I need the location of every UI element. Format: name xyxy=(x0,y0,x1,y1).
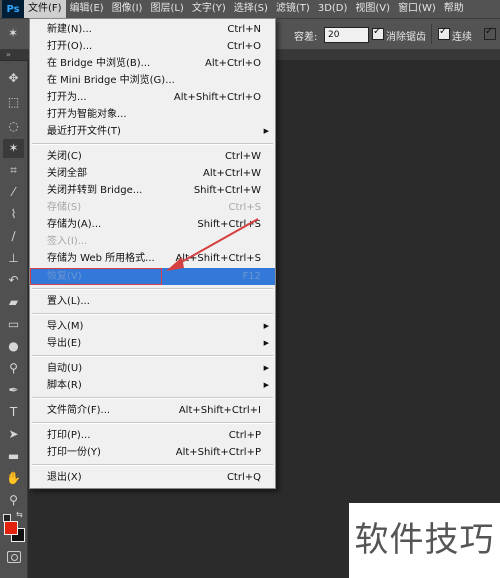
eyedropper-tool-icon[interactable]: ⁄ xyxy=(3,183,24,202)
shape-tool-icon[interactable]: ▬ xyxy=(3,447,24,466)
menu-item-close[interactable]: 关闭(C) Ctrl+W xyxy=(30,148,275,165)
menu-item-save-for-web[interactable]: 存储为 Web 所用格式... Alt+Shift+Ctrl+S xyxy=(30,250,275,267)
collapse-icon[interactable]: » xyxy=(6,50,11,60)
submenu-arrow-icon: ▶ xyxy=(263,364,269,372)
menu-bar: Ps 文件(F) 编辑(E) 图像(I) 图层(L) 文字(Y) 选择(S) 滤… xyxy=(0,0,500,19)
menu-item-open-as-smart-object[interactable]: 打开为智能对象... xyxy=(30,106,275,123)
submenu-arrow-icon: ▶ xyxy=(263,322,269,330)
menu-item-save-as[interactable]: 存储为(A)... Shift+Ctrl+S xyxy=(30,216,275,233)
menu-filter[interactable]: 滤镜(T) xyxy=(272,0,314,18)
menu-view[interactable]: 视图(V) xyxy=(351,0,394,18)
menu-item-browse-mini-bridge[interactable]: 在 Mini Bridge 中浏览(G)... xyxy=(30,72,275,89)
crop-tool-icon[interactable]: ⌗ xyxy=(3,161,24,180)
move-tool-icon[interactable]: ✥ xyxy=(3,69,24,88)
menu-select[interactable]: 选择(S) xyxy=(230,0,272,18)
menu-item-print-one-copy[interactable]: 打印一份(Y) Alt+Shift+Ctrl+P xyxy=(30,444,275,461)
menu-item-close-all[interactable]: 关闭全部 Alt+Ctrl+W xyxy=(30,165,275,182)
menu-item-place[interactable]: 置入(L)... xyxy=(30,293,275,310)
menu-divider xyxy=(32,397,273,399)
watermark: 软件技巧 xyxy=(349,503,500,578)
lasso-tool-icon[interactable]: ◌ xyxy=(3,117,24,136)
clone-stamp-tool-icon[interactable]: ⊥ xyxy=(3,249,24,268)
menu-help[interactable]: 帮助 xyxy=(440,0,468,18)
menu-divider xyxy=(32,313,273,315)
menu-divider xyxy=(32,143,273,145)
magic-wand-icon[interactable]: ✶ xyxy=(8,26,22,40)
photoshop-logo: Ps xyxy=(2,0,24,18)
menu-item-exit[interactable]: 退出(X) Ctrl+Q xyxy=(30,469,275,486)
menu-window[interactable]: 窗口(W) xyxy=(394,0,440,18)
history-brush-tool-icon[interactable]: ↶ xyxy=(3,271,24,290)
menu-divider xyxy=(32,464,273,466)
menu-item-export[interactable]: 导出(E) ▶ xyxy=(30,335,275,352)
menu-layer[interactable]: 图层(L) xyxy=(146,0,187,18)
menu-edit[interactable]: 编辑(E) xyxy=(66,0,108,18)
foreground-color-swatch[interactable] xyxy=(4,521,18,535)
menu-divider xyxy=(32,422,273,424)
submenu-arrow-icon: ▶ xyxy=(263,339,269,347)
blur-tool-icon[interactable]: ● xyxy=(3,337,24,356)
eraser-tool-icon[interactable]: ▰ xyxy=(3,293,24,312)
file-menu-dropdown: 新建(N)... Ctrl+N 打开(O)... Ctrl+O 在 Bridge 中… xyxy=(29,18,276,489)
menu-item-open-as[interactable]: 打开为... Alt+Shift+Ctrl+O xyxy=(30,89,275,106)
hand-tool-icon[interactable]: ✋ xyxy=(3,469,24,488)
menu-item-recent-files[interactable]: 最近打开文件(T) ▶ xyxy=(30,123,275,140)
menu-type[interactable]: 文字(Y) xyxy=(188,0,230,18)
submenu-arrow-icon: ▶ xyxy=(263,127,269,135)
menu-item-check-in[interactable]: 签入(I)... xyxy=(30,233,275,250)
menu-item-import[interactable]: 导入(M) ▶ xyxy=(30,318,275,335)
tolerance-input[interactable]: 20 xyxy=(324,27,369,43)
menu-item-scripts[interactable]: 脚本(R) ▶ xyxy=(30,377,275,394)
menu-3d[interactable]: 3D(D) xyxy=(314,0,352,18)
options-divider xyxy=(431,24,432,44)
menu-item-print[interactable]: 打印(P)... Ctrl+P xyxy=(30,427,275,444)
menu-item-new[interactable]: 新建(N)... Ctrl+N xyxy=(30,21,275,38)
menu-item-save[interactable]: 存储(S) Ctrl+S xyxy=(30,199,275,216)
menu-image[interactable]: 图像(I) xyxy=(108,0,147,18)
swap-colors-icon[interactable]: ⇆ xyxy=(16,510,23,519)
tolerance-label: 容差: xyxy=(294,32,318,43)
menu-item-open[interactable]: 打开(O)... Ctrl+O xyxy=(30,38,275,55)
sample-all-layers-checkbox[interactable] xyxy=(484,26,496,40)
contiguous-checkbox[interactable] xyxy=(438,26,450,40)
menu-file[interactable]: 文件(F) xyxy=(24,0,66,18)
brush-tool-icon[interactable]: ∕ xyxy=(3,227,24,246)
zoom-tool-icon[interactable]: ⚲ xyxy=(3,491,24,510)
menu-item-file-info[interactable]: 文件简介(F)... Alt+Shift+Ctrl+I xyxy=(30,402,275,419)
menu-item-close-go-bridge[interactable]: 关闭并转到 Bridge... Shift+Ctrl+W xyxy=(30,182,275,199)
magic-wand-tool-icon[interactable]: ✶ xyxy=(3,139,24,158)
antialias-checkbox[interactable] xyxy=(372,26,384,40)
marquee-tool-icon[interactable]: ⬚ xyxy=(3,93,24,112)
menu-item-browse-bridge[interactable]: 在 Bridge 中浏览(B)... Alt+Ctrl+O xyxy=(30,55,275,72)
gradient-tool-icon[interactable]: ▭ xyxy=(3,315,24,334)
menu-item-automate[interactable]: 自动(U) ▶ xyxy=(30,360,275,377)
antialias-label: 消除锯齿 xyxy=(386,32,426,43)
path-selection-tool-icon[interactable]: ➤ xyxy=(3,425,24,444)
tools-panel: ✥ ⬚ ◌ ✶ ⌗ ⁄ ⌇ ∕ ⊥ ↶ ▰ ▭ ● ⚲ ✒ T ➤ ▬ ✋ ⚲ … xyxy=(0,61,28,578)
quick-mask-icon[interactable] xyxy=(7,551,21,563)
pen-tool-icon[interactable]: ✒ xyxy=(3,381,24,400)
dodge-tool-icon[interactable]: ⚲ xyxy=(3,359,24,378)
menu-divider xyxy=(32,288,273,290)
type-tool-icon[interactable]: T xyxy=(3,403,24,422)
menu-divider xyxy=(32,355,273,357)
submenu-arrow-icon: ▶ xyxy=(263,381,269,389)
healing-brush-tool-icon[interactable]: ⌇ xyxy=(3,205,24,224)
contiguous-label: 连续 xyxy=(452,32,472,43)
annotation-highlight-box xyxy=(30,268,162,285)
